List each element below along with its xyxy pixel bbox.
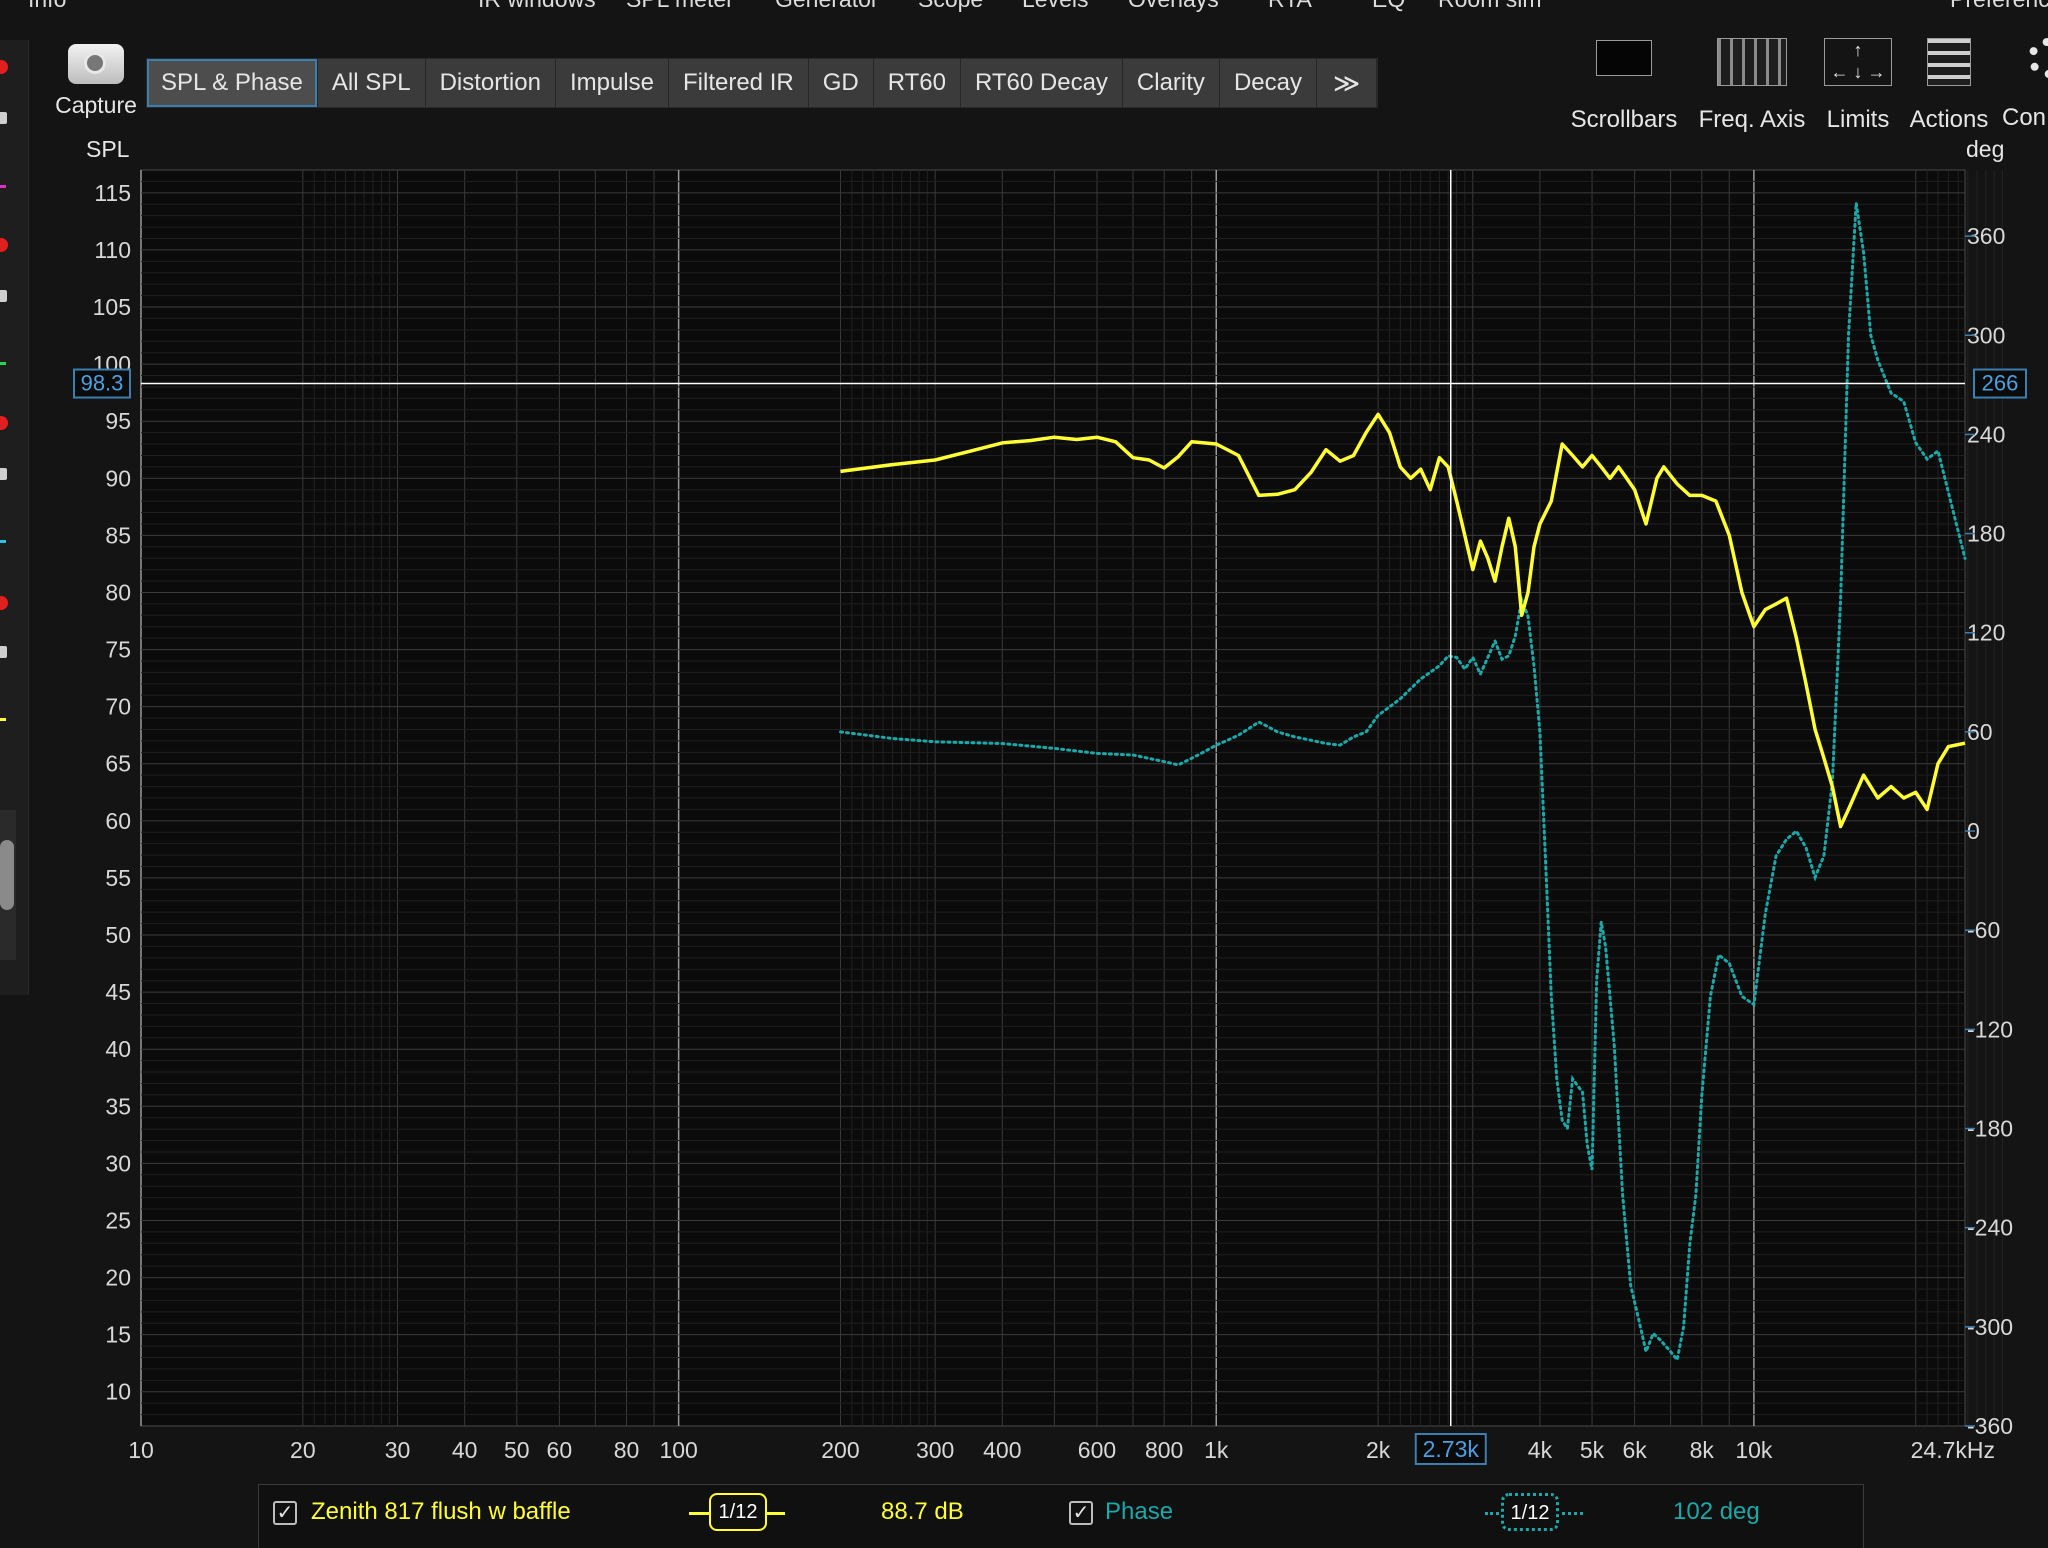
y-tick-label: 105	[93, 294, 131, 320]
y-tick-label: 60	[105, 808, 131, 834]
x-tick-label: 50	[504, 1437, 530, 1463]
x-tick-label: 2k	[1366, 1437, 1391, 1463]
y-tick-label: 10	[105, 1379, 131, 1405]
x-tick-label: 1k	[1204, 1437, 1229, 1463]
phase-smoothing-button[interactable]: 1/12	[1501, 1493, 1559, 1531]
x-tick-label: 40	[452, 1437, 478, 1463]
y-tick-label: 30	[105, 1150, 131, 1176]
y2-axis-labels: -360-300-240-180-120-6006012018024030036…	[1965, 223, 2013, 1439]
y-tick-label: 75	[105, 637, 131, 663]
y-tick-label: 95	[105, 408, 131, 434]
y-tick-label: 115	[94, 180, 131, 206]
x-tick-label: 6k	[1622, 1437, 1647, 1463]
y-tick-label: 15	[105, 1322, 131, 1348]
x-tick-label: 100	[659, 1437, 697, 1463]
y-tick-label: 90	[105, 465, 131, 491]
cursor-freq-readout: 2.73k	[1414, 1433, 1487, 1465]
y-tick-label: 80	[105, 579, 131, 605]
y-tick-label: 25	[105, 1207, 131, 1233]
y-axis-labels: 1015202530354045505560657075808590951001…	[93, 180, 131, 1405]
phase-visible-checkbox[interactable]: ✓	[1069, 1501, 1093, 1525]
y-tick-label: 110	[94, 237, 131, 263]
spl-smoothing-button[interactable]: 1/12	[709, 1493, 767, 1531]
y-tick-label: 65	[105, 751, 131, 777]
cursor-spl-readout: 98.3	[73, 368, 131, 399]
legend-bar: ✓ Zenith 817 flush w baffle 1/12 88.7 dB…	[258, 1484, 1864, 1548]
spl-visible-checkbox[interactable]: ✓	[273, 1501, 297, 1525]
x-tick-label: 4k	[1528, 1437, 1553, 1463]
x-tick-label: 80	[614, 1437, 640, 1463]
y-tick-label: 50	[105, 922, 131, 948]
x-tick-label: 800	[1145, 1437, 1183, 1463]
x-tick-label: 300	[916, 1437, 954, 1463]
cursor-phase-readout: 266	[1973, 368, 2027, 399]
x-tick-label: 400	[983, 1437, 1021, 1463]
x-tick-label: 30	[385, 1437, 411, 1463]
x-tick-label: 20	[290, 1437, 316, 1463]
svg-text:2.73k: 2.73k	[1423, 1436, 1480, 1462]
x-tick-label: 5k	[1580, 1437, 1605, 1463]
x-tick-label: 8k	[1690, 1437, 1715, 1463]
y-tick-label: 35	[105, 1093, 131, 1119]
y-tick-label: 85	[105, 522, 131, 548]
x-tick-label: 60	[547, 1437, 573, 1463]
svg-text:98.3: 98.3	[81, 371, 124, 396]
x-axis-labels: 10 20 30 40 50 60 80 100 200 300 400 600 800 1k 2k 4k 5k…	[128, 1437, 1995, 1463]
y-tick-label: 70	[105, 694, 131, 720]
x-tick-label: 24.7kHz	[1911, 1437, 1995, 1463]
phase-series-name: Phase	[1105, 1498, 1174, 1525]
phase-cursor-value: 102 deg	[1673, 1498, 1760, 1525]
x-tick-label: 10	[128, 1437, 154, 1463]
y-tick-label: 45	[105, 979, 131, 1005]
y-tick-label: 20	[105, 1265, 131, 1291]
y-tick-label: 55	[105, 865, 131, 891]
y-tick-label: 40	[105, 1036, 131, 1062]
x-tick-label: 200	[821, 1437, 859, 1463]
spl-phase-chart[interactable]: 1015202530354045505560657075808590951001…	[0, 0, 2048, 1547]
spl-series-name: Zenith 817 flush w baffle	[311, 1498, 571, 1525]
svg-text:266: 266	[1982, 371, 2019, 396]
x-tick-label: 600	[1078, 1437, 1116, 1463]
spl-cursor-value: 88.7 dB	[881, 1498, 964, 1525]
x-tick-label: 10k	[1735, 1437, 1773, 1463]
